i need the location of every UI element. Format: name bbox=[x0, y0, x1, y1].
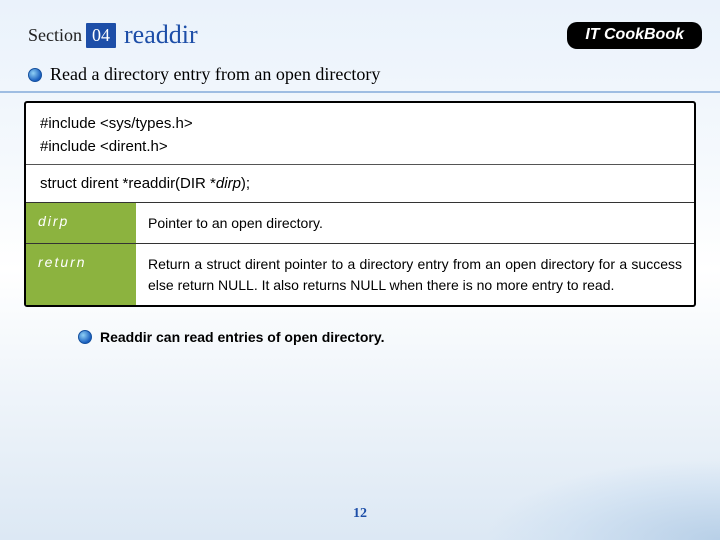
bullet-icon bbox=[78, 330, 92, 344]
function-signature: struct dirent *readdir(DIR *dirp); bbox=[26, 164, 694, 202]
note-text: Readdir can read entries of open directo… bbox=[100, 329, 384, 345]
section-label: Section bbox=[28, 25, 82, 46]
note-row: Readdir can read entries of open directo… bbox=[0, 307, 720, 345]
intro-row: Read a directory entry from an open dire… bbox=[0, 62, 720, 93]
sig-prefix: struct dirent *readdir(DIR * bbox=[40, 175, 216, 192]
param-desc: Pointer to an open directory. bbox=[136, 203, 694, 244]
code-box: #include <sys/types.h> #include <dirent.… bbox=[24, 101, 696, 307]
keyboard-decoration bbox=[460, 420, 720, 540]
return-desc: Return a struct dirent pointer to a dire… bbox=[136, 244, 694, 305]
intro-text: Read a directory entry from an open dire… bbox=[50, 64, 380, 85]
spec-table: dirp Pointer to an open directory. retur… bbox=[26, 202, 694, 305]
param-name: dirp bbox=[26, 203, 136, 244]
return-name: return bbox=[26, 244, 136, 305]
include-line-1: #include <sys/types.h> bbox=[40, 113, 680, 136]
code-includes: #include <sys/types.h> #include <dirent.… bbox=[26, 103, 694, 164]
table-row: dirp Pointer to an open directory. bbox=[26, 203, 694, 244]
sig-suffix: ); bbox=[241, 175, 250, 192]
page-title: readdir bbox=[124, 20, 198, 50]
sig-param: dirp bbox=[216, 175, 241, 192]
bullet-icon bbox=[28, 68, 42, 82]
section-number: 04 bbox=[86, 23, 116, 48]
table-row: return Return a struct dirent pointer to… bbox=[26, 244, 694, 305]
page-number: 12 bbox=[0, 506, 720, 522]
include-line-2: #include <dirent.h> bbox=[40, 136, 680, 159]
brand-badge: IT CookBook bbox=[567, 22, 702, 49]
